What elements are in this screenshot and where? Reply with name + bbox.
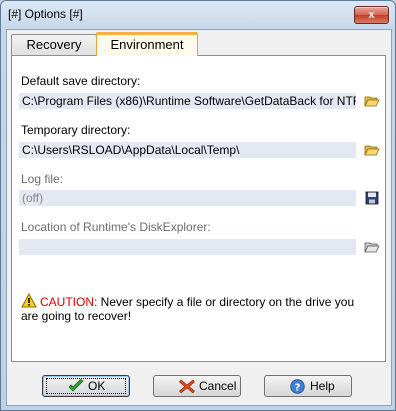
folder-open-icon[interactable] [364, 93, 380, 109]
svg-text:?: ? [295, 382, 301, 393]
default-save-label: Default save directory: [21, 74, 141, 88]
help-icon: ? [290, 379, 305, 394]
disk-explorer-label: Location of Runtime's DiskExplorer: [21, 220, 211, 234]
environment-panel: Default save directory: C:\Program Files… [11, 55, 386, 362]
focus-rect [46, 378, 126, 394]
ok-button[interactable]: OK [42, 375, 130, 397]
folder-open-icon[interactable] [364, 239, 380, 255]
folder-open-icon[interactable] [364, 142, 380, 158]
temp-dir-label: Temporary directory: [21, 123, 131, 137]
caution-prefix: CAUTION: [40, 295, 98, 309]
check-icon [68, 379, 84, 392]
log-file-field[interactable]: (off) [19, 190, 356, 206]
caution-message: CAUTION: Never specify a file or directo… [21, 295, 371, 323]
options-window: [#] Options [#] x Recovery Environment D… [0, 0, 396, 411]
temp-dir-field[interactable]: C:\Users\RSLOAD\AppData\Local\Temp\ [19, 142, 356, 158]
ok-label: OK [88, 379, 106, 393]
log-file-label: Log file: [21, 172, 64, 186]
tab-recovery[interactable]: Recovery [11, 34, 97, 55]
title-bar[interactable]: [#] Options [#] x [1, 1, 395, 29]
close-button[interactable]: x [354, 6, 389, 24]
window-title: [#] Options [#] [8, 7, 83, 21]
cancel-label: Cancel [199, 379, 237, 393]
disk-explorer-field[interactable] [19, 239, 356, 255]
default-save-field[interactable]: C:\Program Files (x86)\Runtime Software\… [19, 93, 356, 109]
help-label: Help [310, 379, 335, 393]
cross-icon [179, 379, 195, 394]
dialog-client: Recovery Environment Default save direct… [6, 29, 392, 406]
cancel-button[interactable]: Cancel [153, 375, 241, 397]
tab-environment[interactable]: Environment [96, 32, 198, 56]
help-button[interactable]: ? Help [264, 375, 352, 397]
save-disk-icon[interactable] [364, 190, 380, 206]
